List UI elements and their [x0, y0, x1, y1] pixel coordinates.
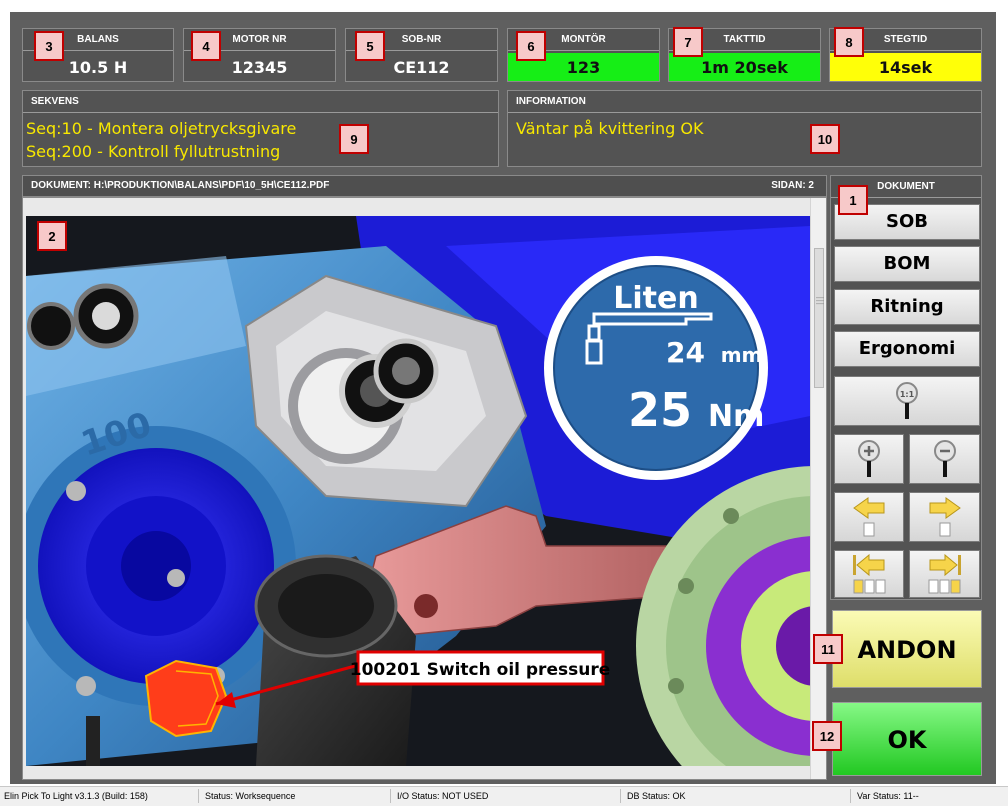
marker-11: 11 — [813, 634, 843, 664]
torque-sign: Liten 24 mm 25 Nm — [544, 256, 768, 480]
marker-12: 12 — [812, 721, 842, 751]
var-status: Var Status: 11-- — [857, 791, 919, 801]
document-path: DOKUMENT: H:\PRODUKTION\BALANS\PDF\10_5H… — [31, 180, 330, 191]
marker-5: 5 — [355, 31, 385, 61]
ok-button[interactable]: OK — [832, 702, 982, 776]
sequence-panel: SEKVENS Seq:10 - Montera oljetrycksgivar… — [22, 90, 499, 167]
document-path-bar: DOKUMENT: H:\PRODUKTION\BALANS\PDF\10_5H… — [22, 175, 827, 197]
app-window: BALANS 10.5 H MOTOR NR 12345 SOB-NR CE11… — [10, 12, 996, 784]
socket-unit: mm — [721, 343, 763, 367]
socket-size: 24 — [666, 336, 705, 369]
arrow-right-icon — [929, 497, 961, 537]
information-text: Väntar på kvittering OK — [516, 119, 704, 138]
sequence-line: Seq:10 - Montera oljetrycksgivare — [26, 119, 297, 138]
first-page-button[interactable] — [834, 550, 904, 598]
last-page-icon — [928, 554, 961, 594]
takttid-value: 1m 20sek — [669, 53, 820, 81]
ritning-button[interactable]: Ritning — [834, 289, 980, 325]
marker-2: 2 — [37, 221, 67, 251]
zoom-fit-icon: 1:1 — [896, 382, 918, 419]
sequence-label: SEKVENS — [23, 91, 498, 113]
marker-10: 10 — [810, 124, 840, 154]
torque-unit: Nm — [708, 399, 764, 434]
zoom-out-button[interactable] — [909, 434, 980, 484]
status-text: Status: Worksequence — [205, 791, 296, 801]
andon-button[interactable]: ANDON — [832, 610, 982, 688]
zoom-in-icon — [858, 440, 880, 477]
ergonomi-button[interactable]: Ergonomi — [834, 331, 980, 367]
marker-4: 4 — [191, 31, 221, 61]
zoom-in-button[interactable] — [834, 434, 904, 484]
scrollbar-thumb[interactable] — [814, 248, 824, 388]
marker-7: 7 — [673, 27, 703, 57]
callout-text: 100201 Switch oil pressure — [350, 660, 610, 680]
arrow-left-icon — [853, 497, 885, 537]
marker-9: 9 — [339, 124, 369, 154]
previous-page-button[interactable] — [834, 492, 904, 542]
marker-6: 6 — [516, 31, 546, 61]
marker-1: 1 — [838, 185, 868, 215]
db-status: DB Status: OK — [627, 791, 686, 801]
svg-text:1:1: 1:1 — [900, 390, 915, 399]
zoom-out-icon — [933, 440, 956, 477]
part-callout: 100201 Switch oil pressure — [350, 650, 610, 686]
assembly-illustration: 100 Liten 24 mm 25 Nm 100201 Switch oil … — [26, 216, 810, 766]
information-panel: INFORMATION Väntar på kvittering OK — [507, 90, 982, 167]
status-bar: Elin Pick To Light v3.1.3 (Build: 158) S… — [0, 786, 1008, 806]
last-page-button[interactable] — [909, 550, 980, 598]
torque-size-word: Liten — [613, 281, 698, 316]
app-version: Elin Pick To Light v3.1.3 (Build: 158) — [4, 791, 148, 801]
stegtid-value: 14sek — [830, 53, 981, 81]
sequence-line: Seq:200 - Kontroll fyllutrustning — [26, 142, 281, 161]
viewer-scrollbar[interactable]: — — — — [810, 198, 826, 779]
marker-8: 8 — [834, 27, 864, 57]
next-page-button[interactable] — [909, 492, 980, 542]
grip-icon: — — — — [816, 293, 824, 308]
torque-value: 25 — [628, 383, 692, 437]
information-label: INFORMATION — [508, 91, 981, 113]
io-status: I/O Status: NOT USED — [397, 791, 489, 801]
bom-button[interactable]: BOM — [834, 246, 980, 282]
page-indicator: SIDAN: 2 — [771, 180, 814, 191]
document-viewer[interactable]: 100 Liten 24 mm 25 Nm 100201 Switch oil … — [22, 197, 827, 780]
zoom-fit-button[interactable]: 1:1 — [834, 376, 980, 426]
first-page-icon — [853, 554, 886, 594]
marker-3: 3 — [34, 31, 64, 61]
document-sidebar: DOKUMENT SOB BOM Ritning Ergonomi 1:1 — [830, 175, 982, 600]
